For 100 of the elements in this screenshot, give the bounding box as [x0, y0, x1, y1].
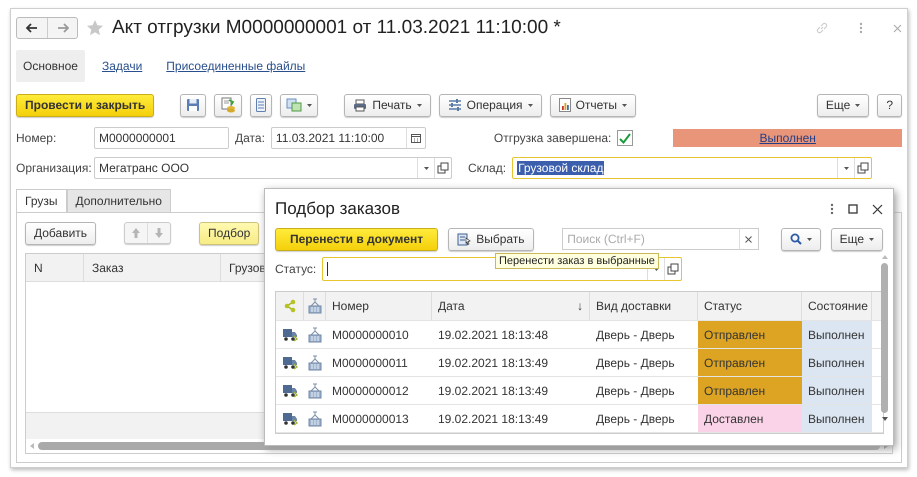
search-field[interactable]: Поиск (Ctrl+F): [562, 228, 739, 250]
open-icon[interactable]: [857, 162, 870, 174]
select-button[interactable]: Выбрать: [448, 228, 534, 250]
container-icon: [308, 326, 322, 342]
status-link[interactable]: Выполнен: [759, 131, 816, 145]
chart-document-icon: [558, 98, 571, 112]
maximize-icon[interactable]: [848, 204, 858, 214]
more-icon[interactable]: [830, 203, 834, 215]
column-header[interactable]: Состояние: [802, 292, 872, 320]
table-cell-text: Дверь - Дверь: [595, 326, 676, 344]
status-cell: Отправлен: [698, 321, 802, 348]
open-icon[interactable]: [437, 162, 449, 174]
post-and-close-button[interactable]: Провести и закрыть: [16, 94, 154, 116]
caret-icon: [416, 104, 422, 106]
add-button[interactable]: Добавить: [25, 222, 96, 244]
caret-icon: [528, 104, 533, 106]
save-button[interactable]: [180, 94, 206, 116]
field-label: Отгрузка завершена:: [494, 131, 612, 145]
table-cell-text: 19.02.2021 18:13:49: [437, 410, 550, 428]
search-button[interactable]: [780, 228, 821, 250]
table-cell-text: М0000000013: [331, 410, 410, 428]
table-cell: Выполнен: [802, 349, 872, 376]
more-button[interactable]: Еще: [816, 94, 870, 116]
table-cell: Выполнен: [802, 321, 872, 348]
search-icon: [790, 233, 802, 245]
organization-field[interactable]: Мегатранс ООО: [94, 157, 452, 179]
scroll-down-icon: [882, 417, 888, 421]
reports-button[interactable]: Отчеты: [550, 94, 636, 116]
copy-icon: [286, 98, 302, 112]
truck-icon: [282, 356, 298, 370]
table-cell-text: 19.02.2021 18:13:48: [437, 326, 550, 344]
scroll-left-icon: [30, 443, 34, 449]
dialog-title: Подбор заказов: [275, 199, 400, 219]
floppy-icon: [186, 98, 200, 112]
section-tab[interactable]: Задачи: [94, 50, 150, 82]
caret-icon: [855, 104, 860, 106]
sliders-icon: [448, 98, 462, 112]
more-button[interactable]: Еще: [830, 228, 883, 250]
status-cell: Доставлен: [698, 405, 802, 432]
pick-button[interactable]: Подбор: [199, 222, 260, 244]
field-label: Дата:: [235, 131, 265, 145]
arrow-down-icon: [154, 227, 164, 239]
warehouse-field[interactable]: Грузовой склад: [512, 157, 872, 179]
number-field[interactable]: М0000000001: [94, 127, 229, 149]
back-icon: [26, 22, 38, 34]
forward-icon: [56, 22, 68, 34]
section-tab[interactable]: Присоединенные файлы: [159, 50, 312, 82]
operation-button[interactable]: Операция: [438, 94, 542, 116]
status-cell: Отправлен: [698, 349, 802, 376]
field-label: Статус:: [275, 262, 316, 276]
tab[interactable]: Грузы: [16, 189, 66, 212]
caret-icon: [806, 238, 812, 240]
document-coins-icon: [220, 97, 236, 113]
calendar-icon[interactable]: [410, 133, 421, 143]
tab[interactable]: Дополнительно: [66, 189, 171, 212]
table-cell: Выполнен: [802, 405, 872, 432]
dropdown-icon[interactable]: [844, 166, 849, 170]
text-cursor-icon: [327, 262, 328, 276]
date-field[interactable]: 11.03.2021 11:10:00: [270, 127, 426, 149]
table-cell-text: Дверь - Дверь: [595, 382, 676, 400]
post-button[interactable]: [214, 94, 242, 116]
truck-icon: [282, 328, 298, 342]
dropdown-icon[interactable]: [424, 166, 428, 170]
copy-button[interactable]: [280, 94, 318, 116]
column-header[interactable]: Заказ: [84, 254, 221, 281]
list-button[interactable]: [250, 94, 272, 116]
column-header[interactable]: Номер: [326, 292, 432, 320]
status-cell: Отправлен: [698, 377, 802, 404]
open-icon[interactable]: [667, 263, 680, 275]
truck-icon: [282, 412, 298, 426]
table-cell-text: 19.02.2021 18:13:49: [437, 354, 550, 372]
transfer-button[interactable]: Перенести в документ: [275, 228, 438, 250]
scroll-up-icon: [882, 255, 888, 259]
star-icon[interactable]: [86, 19, 104, 37]
table-cell-text: М0000000012: [331, 382, 410, 400]
column-header[interactable]: Вид доставки: [590, 292, 698, 320]
help-button[interactable]: ?: [877, 94, 902, 116]
select-list-icon: [457, 232, 472, 246]
table-cell-text: М0000000011: [331, 354, 409, 372]
field-label: Склад:: [468, 161, 506, 175]
column-header[interactable]: N: [26, 254, 84, 281]
column-header[interactable]: Статус: [698, 292, 802, 320]
column-header[interactable]: Дата ↓: [432, 292, 590, 320]
table-cell: Выполнен: [802, 377, 872, 404]
sort-indicator: ↓: [577, 299, 583, 313]
table-cell-text: М0000000010: [331, 326, 410, 344]
table-cell-text: Дверь - Дверь: [595, 354, 676, 372]
truck-icon: [282, 384, 298, 398]
clear-icon[interactable]: [745, 236, 752, 242]
checkbox[interactable]: [617, 130, 634, 146]
printer-icon: [353, 98, 368, 112]
field-label: Номер:: [16, 131, 58, 145]
tooltip: Перенести заказ в выбранные: [495, 253, 659, 269]
container-icon: [308, 298, 322, 314]
print-button[interactable]: Печать: [344, 94, 431, 116]
share-icon: [282, 299, 296, 313]
close-icon[interactable]: [872, 204, 883, 214]
list-icon: [256, 98, 266, 112]
section-tab[interactable]: Основное: [16, 50, 85, 82]
container-icon: [308, 382, 322, 398]
